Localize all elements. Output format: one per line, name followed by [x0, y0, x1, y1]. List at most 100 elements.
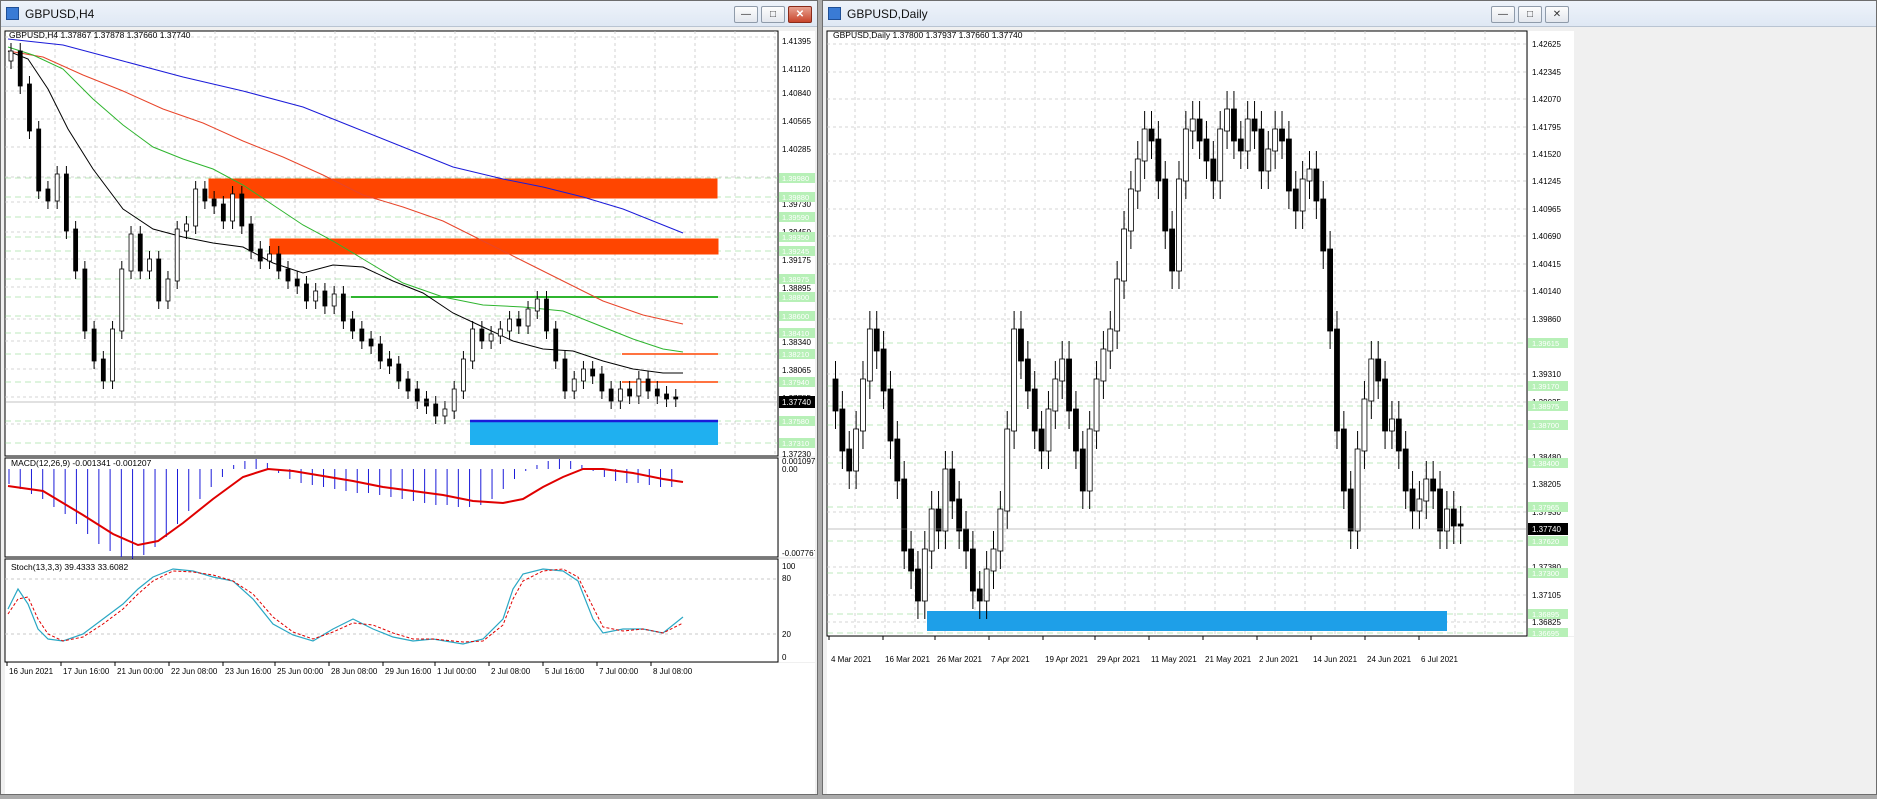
- h4-candle-body: [368, 338, 374, 347]
- h4-candle-body: [488, 333, 494, 342]
- daily-support-zone: [927, 611, 1447, 631]
- price-tick: 1.40285: [782, 145, 811, 154]
- daily-candle-body: [1182, 128, 1189, 182]
- daily-candle-body: [1018, 328, 1024, 362]
- daily-price-tick: 1.42625: [1532, 40, 1561, 49]
- h4-candle-body: [627, 388, 633, 397]
- close-button[interactable]: ✕: [788, 6, 812, 23]
- daily-candle-body: [1031, 388, 1038, 432]
- level-label: 1.38600: [782, 312, 809, 321]
- daily-price-tick: 1.39860: [1532, 315, 1561, 324]
- price-tick: 1.41120: [782, 65, 811, 74]
- h4-candle-body: [119, 268, 125, 332]
- h4-candle-body: [110, 328, 115, 382]
- level-label: 1.38210: [782, 350, 809, 359]
- daily-candle-body: [1093, 378, 1100, 432]
- daily-candle-body: [1340, 428, 1347, 492]
- h4-candle-body: [165, 278, 171, 302]
- daily-candle-body: [1361, 398, 1368, 452]
- level-label: 1.38975: [782, 275, 809, 284]
- h4-candle-body: [17, 50, 23, 87]
- daily-candle-body: [942, 468, 949, 532]
- h4-candle-body: [470, 328, 476, 362]
- daily-candle-body: [901, 478, 908, 552]
- daily-candle-body: [887, 388, 894, 442]
- maximize-button[interactable]: □: [761, 6, 785, 23]
- h4-candle-body: [581, 368, 586, 382]
- h4-candle-body: [664, 393, 669, 400]
- daily-candle-body: [1285, 138, 1292, 192]
- h4-candle-body: [377, 343, 383, 362]
- h4-candle-body: [442, 408, 448, 417]
- price-tick: 1.38895: [782, 284, 811, 293]
- support-zone: [470, 421, 718, 445]
- daily-candle-body: [1423, 478, 1430, 502]
- h4-candle-body: [294, 278, 300, 287]
- daily-candle-body: [1224, 108, 1230, 132]
- daily-candle-body: [1100, 348, 1107, 382]
- time-label: 8 Jul 08:00: [653, 667, 693, 676]
- daily-candle-body: [1292, 188, 1299, 212]
- daily-window-titlebar[interactable]: GBPUSD,Daily — □ ✕: [823, 1, 1876, 27]
- daily-candle-body: [860, 378, 866, 432]
- h4-candle-body: [63, 173, 69, 232]
- close-button[interactable]: ✕: [1545, 6, 1569, 23]
- minimize-button[interactable]: —: [1491, 6, 1515, 23]
- time-label: 7 Jul 00:00: [599, 667, 639, 676]
- daily-candle-body: [990, 548, 997, 572]
- chart-window-icon: [828, 7, 841, 20]
- daily-candle-body: [880, 348, 887, 392]
- daily-candle-body: [1086, 428, 1093, 492]
- price-tick: 1.40840: [782, 89, 811, 98]
- daily-price-tick: 1.42070: [1532, 95, 1561, 104]
- daily-candle-body: [1244, 118, 1251, 152]
- daily-level-label: 1.38975: [1532, 402, 1559, 411]
- daily-time-label: 6 Jul 2021: [1421, 655, 1458, 664]
- daily-candle-body: [1038, 428, 1045, 452]
- daily-price-tick: 1.40690: [1532, 232, 1561, 241]
- time-label: 28 Jun 08:00: [331, 667, 378, 676]
- daily-level-label: 1.39170: [1532, 382, 1559, 391]
- h4-candle-body: [276, 253, 282, 272]
- level-label: 1.39245: [782, 247, 809, 256]
- h4-candle-body: [424, 398, 429, 407]
- h4-candle-body: [211, 198, 217, 207]
- daily-candle-body: [1306, 168, 1313, 182]
- daily-candle-body: [983, 568, 990, 602]
- h4-chart-window[interactable]: GBPUSD,H4 — □ ✕ 1.41395 1.41120 1.40840 1.4…: [0, 0, 819, 795]
- daily-candle-body: [1217, 128, 1224, 182]
- h4-candle-body: [313, 290, 319, 302]
- daily-candle-body: [873, 328, 880, 352]
- daily-candle-body: [935, 508, 942, 532]
- daily-candle-body: [1299, 178, 1306, 212]
- daily-candle-body: [1052, 378, 1059, 412]
- daily-candle-body: [1320, 198, 1327, 252]
- h4-chart-area[interactable]: 1.413951.411201.408401.405651.402851.397…: [3, 29, 819, 794]
- daily-candle-body: [1430, 478, 1437, 492]
- time-label: 25 Jun 00:00: [277, 667, 324, 676]
- time-label: 5 Jul 16:00: [545, 667, 585, 676]
- daily-level-label: 1.39615: [1532, 339, 1559, 348]
- daily-candle-body: [1011, 328, 1018, 432]
- minimize-button[interactable]: —: [734, 6, 758, 23]
- time-label: 17 Jun 16:00: [63, 667, 110, 676]
- level-label: 1.37580: [782, 417, 809, 426]
- daily-chart-area[interactable]: 1.42625 1.42345 1.42070 1.41795 1.41520 1.412…: [825, 29, 1874, 794]
- daily-chart-window[interactable]: GBPUSD,Daily — □ ✕ 1.42625 1.42345 1.42070…: [822, 0, 1877, 795]
- h4-candle-body: [599, 373, 605, 392]
- daily-candle-body: [1251, 118, 1258, 132]
- daily-candle-body: [1148, 128, 1155, 142]
- h4-candle-body: [451, 388, 457, 412]
- h4-candle-body: [91, 328, 97, 362]
- daily-candle-body: [1237, 138, 1244, 152]
- level-label: 1.39880: [782, 193, 809, 202]
- time-label: 21 Jun 00:00: [117, 667, 164, 676]
- daily-price-tick: 1.41795: [1532, 123, 1561, 132]
- daily-candle-body: [1121, 228, 1127, 282]
- h4-window-titlebar[interactable]: GBPUSD,H4 — □ ✕: [1, 1, 817, 27]
- maximize-button[interactable]: □: [1518, 6, 1542, 23]
- stoch-label-20: 20: [782, 630, 791, 639]
- daily-price-tick: 1.40965: [1532, 205, 1561, 214]
- daily-price-tick: 1.40140: [1532, 287, 1561, 296]
- daily-candle-body: [976, 588, 983, 602]
